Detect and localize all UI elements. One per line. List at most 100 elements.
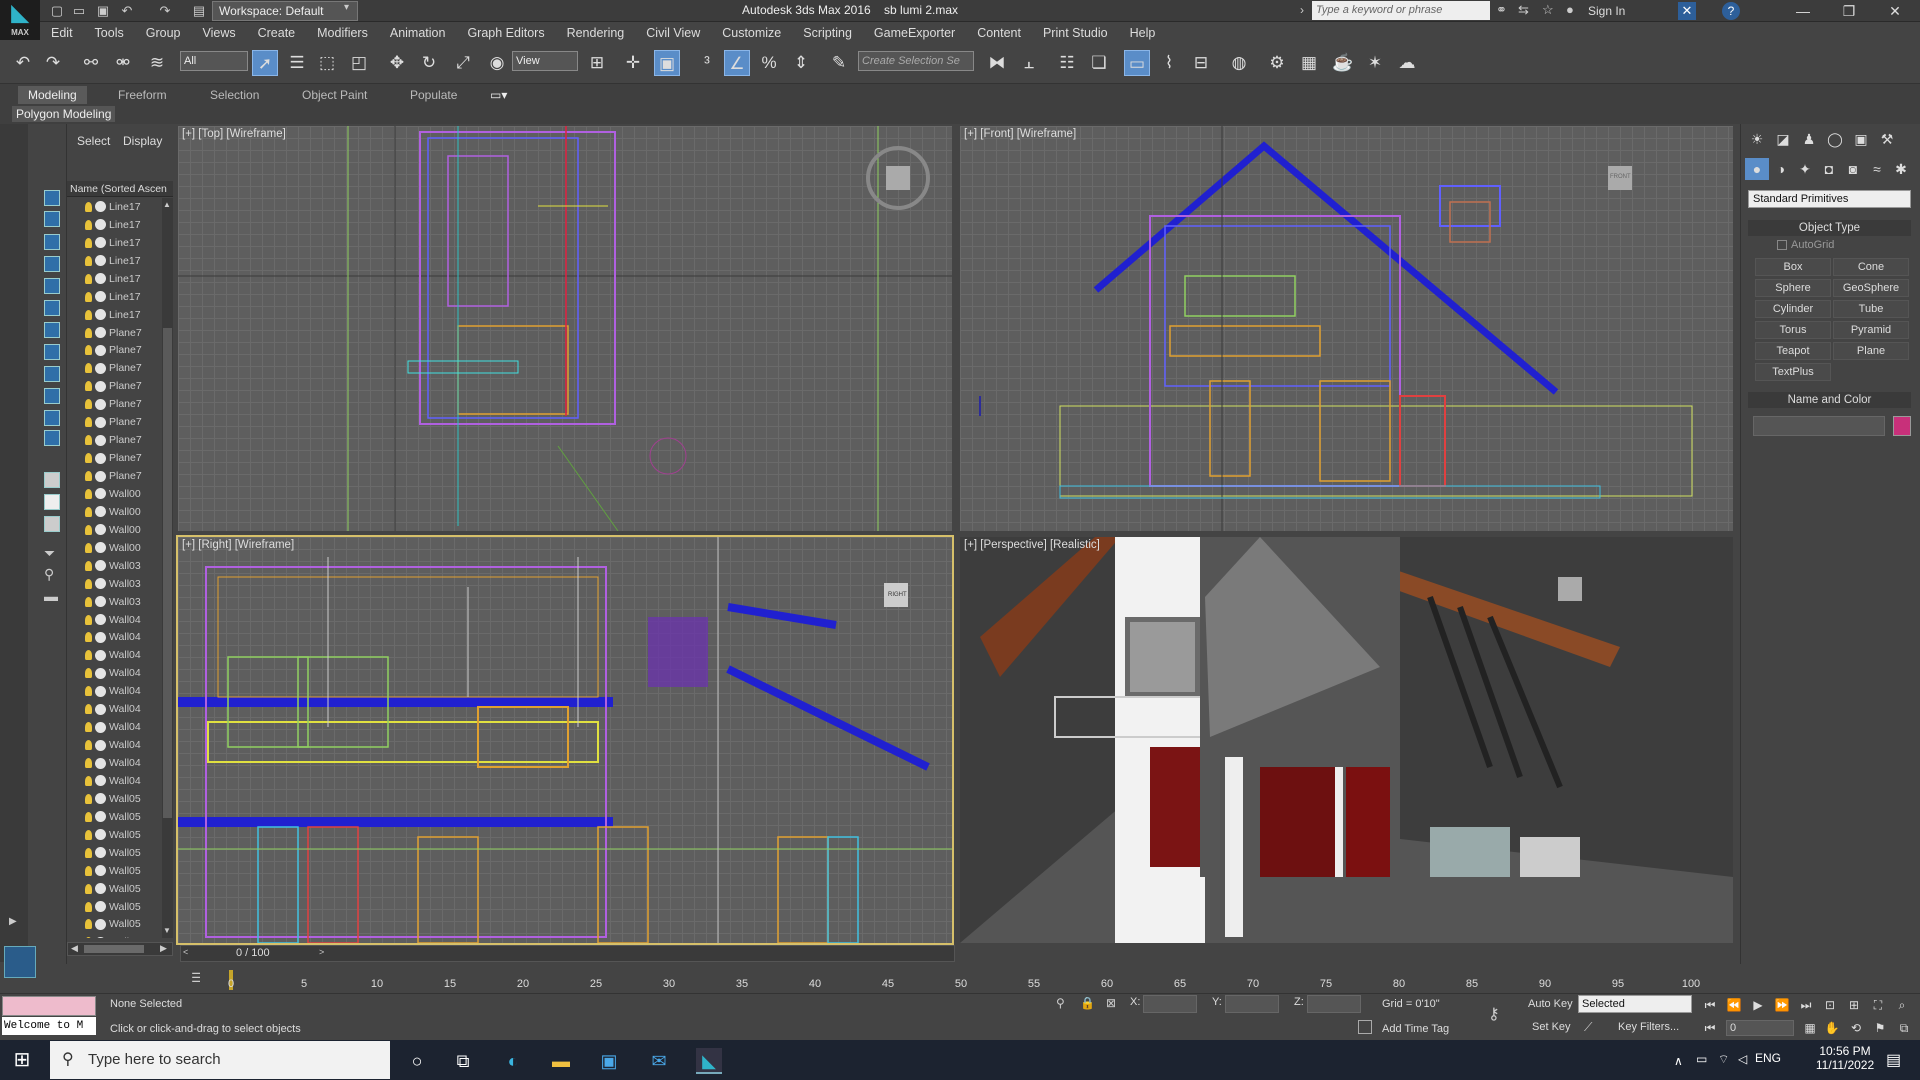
- visibility-icon[interactable]: [95, 649, 106, 661]
- find-icon[interactable]: ⚲: [44, 566, 54, 583]
- list-item[interactable]: Wall00: [67, 521, 162, 539]
- object-color-swatch[interactable]: [1893, 416, 1911, 436]
- visibility-icon[interactable]: [95, 488, 106, 500]
- light-bulb-icon[interactable]: [85, 363, 92, 374]
- list-item[interactable]: Wall04: [67, 718, 162, 736]
- menu-scripting[interactable]: Scripting: [792, 26, 863, 40]
- list-item[interactable]: Plane7: [67, 413, 162, 431]
- timeline-ruler[interactable]: 0 5 10 15 20 25 30 35 40 45 50 55 60 65 70 75 80 85 90 95 10…: [200, 970, 1735, 992]
- viewport-layout-icon[interactable]: [4, 946, 36, 978]
- display-spacewarps-icon[interactable]: [44, 322, 60, 338]
- light-bulb-icon[interactable]: [85, 722, 92, 733]
- walkthrough-icon[interactable]: ⚑: [1870, 1019, 1890, 1037]
- menu-content[interactable]: Content: [966, 26, 1032, 40]
- list-item[interactable]: Wall04: [67, 736, 162, 754]
- schematic-view-icon[interactable]: ⊟: [1188, 50, 1214, 76]
- light-bulb-icon[interactable]: [85, 632, 92, 643]
- menu-animation[interactable]: Animation: [379, 26, 457, 40]
- snaps-toggle-icon[interactable]: ³: [694, 50, 720, 76]
- horizontal-scrollbar[interactable]: ◀ ▶: [67, 942, 173, 956]
- visibility-icon[interactable]: [95, 398, 106, 410]
- list-item[interactable]: Wall05: [67, 916, 162, 934]
- list-item[interactable]: Wall03: [67, 593, 162, 611]
- tray-overflow-icon[interactable]: ∧: [1674, 1054, 1683, 1068]
- display-bones-icon[interactable]: [44, 388, 60, 404]
- list-item[interactable]: Plane7: [67, 449, 162, 467]
- visibility-icon[interactable]: [95, 524, 106, 536]
- list-item[interactable]: Plane7: [67, 377, 162, 395]
- maximize-toggle-icon[interactable]: ⧉: [1894, 1019, 1914, 1037]
- visibility-icon[interactable]: [95, 362, 106, 374]
- list-item[interactable]: Wall04: [67, 611, 162, 629]
- list-item[interactable]: Wall05: [67, 844, 162, 862]
- light-bulb-icon[interactable]: [85, 453, 92, 464]
- display-helpers-icon[interactable]: [44, 300, 60, 316]
- object-type-rollout[interactable]: Object Type: [1748, 220, 1911, 236]
- light-bulb-icon[interactable]: [85, 399, 92, 410]
- tube-button[interactable]: Tube: [1833, 300, 1909, 318]
- light-bulb-icon[interactable]: [85, 919, 92, 930]
- list-item[interactable]: Plane7: [67, 359, 162, 377]
- key-filters-button[interactable]: Key Filters...: [1618, 1021, 1679, 1033]
- play-icon[interactable]: ▶: [1748, 996, 1768, 1014]
- viewport-right[interactable]: [+] [Right] [Wireframe] RIGHT: [176, 535, 954, 945]
- menu-create[interactable]: Create: [247, 26, 307, 40]
- current-frame-field[interactable]: 0: [1726, 1020, 1794, 1036]
- go-to-end-icon[interactable]: ⏭: [1796, 996, 1816, 1014]
- rotate-icon[interactable]: ↻: [416, 50, 442, 76]
- visibility-icon[interactable]: [95, 273, 106, 285]
- visibility-icon[interactable]: [95, 416, 106, 428]
- sphere-button[interactable]: Sphere: [1755, 279, 1831, 297]
- visibility-icon[interactable]: [95, 667, 106, 679]
- light-bulb-icon[interactable]: [85, 883, 92, 894]
- layer-icon[interactable]: ▬: [44, 588, 58, 604]
- viewport-perspective[interactable]: [+] [Perspective] [Realistic]: [960, 537, 1733, 943]
- visibility-icon[interactable]: [95, 380, 106, 392]
- modify-tab-icon[interactable]: ◪: [1771, 128, 1795, 150]
- display-lights-icon[interactable]: [44, 256, 60, 272]
- toggle-ribbon-icon[interactable]: ▭: [1124, 50, 1150, 76]
- light-bulb-icon[interactable]: [85, 865, 92, 876]
- restore-button[interactable]: ❐: [1826, 0, 1872, 22]
- viewport-front[interactable]: [+] [Front] [Wireframe] FRONT: [960, 126, 1733, 531]
- task-view-icon[interactable]: ⧉: [450, 1048, 476, 1074]
- menu-group[interactable]: Group: [135, 26, 192, 40]
- list-item[interactable]: Plane7: [67, 395, 162, 413]
- scroll-up-icon[interactable]: ▲: [163, 200, 171, 209]
- workspace-dropdown[interactable]: Workspace: Default: [212, 1, 358, 21]
- object-list-scrollbar[interactable]: ▲ ▼: [162, 198, 173, 938]
- light-bulb-icon[interactable]: [85, 668, 92, 679]
- list-item[interactable]: Wall05: [67, 808, 162, 826]
- pan-icon[interactable]: ✋: [1822, 1019, 1842, 1037]
- reference-coordinate-dropdown[interactable]: View: [512, 51, 578, 71]
- render-production-icon[interactable]: ☕: [1330, 50, 1356, 76]
- visibility-icon[interactable]: [95, 703, 106, 715]
- unlink-icon[interactable]: ⚮: [110, 50, 136, 76]
- light-bulb-icon[interactable]: [85, 596, 92, 607]
- align-icon[interactable]: ⫠: [1016, 50, 1042, 76]
- visibility-icon[interactable]: [95, 237, 106, 249]
- time-slider[interactable]: < 0 / 100 >: [180, 945, 955, 962]
- cameras-category-icon[interactable]: ◘: [1817, 158, 1841, 180]
- visibility-icon[interactable]: [95, 578, 106, 590]
- torus-button[interactable]: Torus: [1755, 321, 1831, 339]
- visibility-icon[interactable]: [95, 309, 106, 321]
- textplus-button[interactable]: TextPlus: [1755, 363, 1831, 381]
- taskbar-clock[interactable]: 10:56 PM 11/11/2022: [1810, 1044, 1880, 1072]
- polygon-modeling-panel[interactable]: Polygon Modeling: [12, 106, 116, 122]
- viewport-top[interactable]: [+] [Top] [Wireframe]: [178, 126, 952, 531]
- help-search-input[interactable]: Type a keyword or phrase: [1312, 1, 1490, 20]
- select-manipulate-icon[interactable]: ✛: [620, 50, 646, 76]
- list-item[interactable]: Line17: [67, 252, 162, 270]
- window-crossing-icon[interactable]: ◰: [346, 50, 372, 76]
- light-bulb-icon[interactable]: [85, 309, 92, 320]
- plane-button[interactable]: Plane: [1833, 342, 1909, 360]
- light-bulb-icon[interactable]: [85, 614, 92, 625]
- toggle-scene-explorer-icon[interactable]: ☷: [1054, 50, 1080, 76]
- curve-editor-icon[interactable]: ⌇: [1156, 50, 1182, 76]
- favorites-star-icon[interactable]: ☆: [1542, 2, 1554, 18]
- light-bulb-icon[interactable]: [85, 381, 92, 392]
- visibility-icon[interactable]: [95, 219, 106, 231]
- viewport-front-label[interactable]: [+] [Front] [Wireframe]: [964, 128, 1076, 140]
- display-all-icon[interactable]: [44, 472, 60, 488]
